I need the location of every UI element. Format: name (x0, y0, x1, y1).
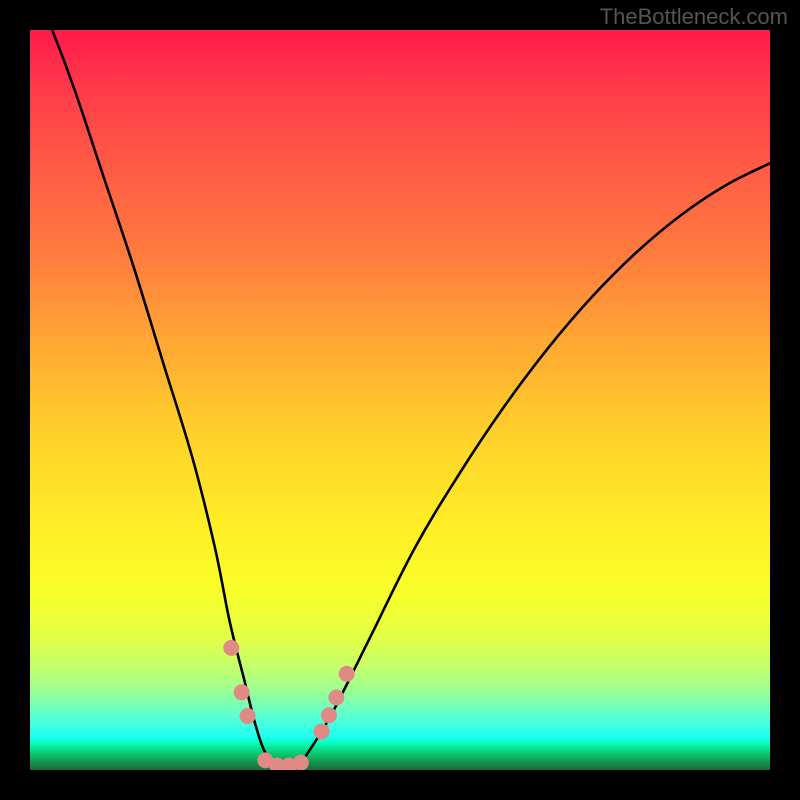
marker-dot (339, 666, 355, 682)
highlight-markers (223, 640, 354, 770)
marker-dot (240, 708, 256, 724)
bottleneck-curve (30, 30, 770, 768)
plot-area (30, 30, 770, 770)
marker-dot (314, 724, 330, 740)
marker-dot (293, 755, 309, 770)
chart-svg (30, 30, 770, 770)
marker-dot (321, 707, 337, 723)
watermark-text: TheBottleneck.com (600, 4, 788, 30)
marker-dot (234, 684, 250, 700)
marker-dot (328, 689, 344, 705)
marker-dot (223, 640, 239, 656)
